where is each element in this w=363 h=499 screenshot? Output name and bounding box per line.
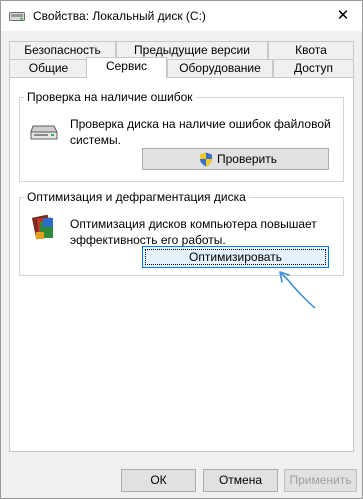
error-check-description: Проверка диска на наличие ошибок файлово…: [70, 117, 331, 147]
cancel-button[interactable]: Отмена: [203, 469, 278, 492]
tab-label: Предыдущие версии: [134, 43, 250, 57]
check-button-label: Проверить: [217, 152, 278, 166]
title-bar[interactable]: Свойства: Локальный диск (C:) ✕: [1, 1, 362, 31]
cancel-button-label: Отмена: [218, 473, 263, 487]
tab-general[interactable]: Общие: [9, 59, 88, 77]
properties-window: Свойства: Локальный диск (C:) ✕ Безопасн…: [0, 0, 363, 499]
tab-label: Безопасность: [24, 43, 101, 57]
drive-title-icon: [9, 12, 25, 21]
tab-label: Оборудование: [179, 61, 261, 75]
tab-quota[interactable]: Квота: [268, 41, 354, 59]
focus-ring: [145, 249, 326, 265]
error-check-title: Проверка на наличие ошибок: [27, 90, 193, 104]
apply-button-label: Применить: [289, 473, 352, 487]
tab-label: Общие: [28, 61, 69, 75]
shield-icon: [200, 152, 212, 167]
tab-sharing[interactable]: Доступ: [273, 59, 354, 77]
tab-panel: Проверка на наличие ошибок Проверка диск…: [9, 77, 354, 452]
optimize-description: Оптимизация дисков компьютера повышает э…: [70, 217, 317, 247]
close-button[interactable]: ✕: [334, 8, 352, 24]
ok-button[interactable]: ОК: [121, 469, 196, 492]
tab-label: Сервис: [105, 59, 148, 73]
optimize-title: Оптимизация и дефрагментация диска: [27, 190, 246, 204]
check-button[interactable]: Проверить: [142, 148, 329, 170]
optimize-button[interactable]: Оптимизировать: [142, 246, 329, 268]
drive-icon: [30, 125, 58, 140]
tab-service[interactable]: Сервис: [86, 57, 167, 78]
tab-label: Квота: [295, 43, 327, 57]
ok-button-label: ОК: [150, 473, 167, 487]
defrag-icon: [31, 214, 54, 240]
annotation-arrow-icon: [279, 271, 316, 309]
tab-hardware[interactable]: Оборудование: [167, 59, 273, 77]
window-title: Свойства: Локальный диск (C:): [33, 9, 206, 23]
tab-label: Доступ: [293, 61, 334, 75]
close-icon: ✕: [336, 7, 350, 24]
apply-button[interactable]: Применить: [284, 469, 357, 492]
